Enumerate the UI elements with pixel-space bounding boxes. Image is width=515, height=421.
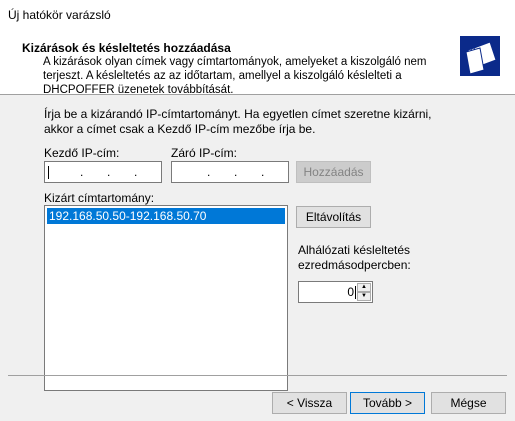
- back-button[interactable]: < Vissza: [272, 392, 347, 414]
- wizard-pages-icon: [460, 36, 500, 76]
- page-description: A kizárások olyan címek vagy címtartomán…: [43, 56, 427, 96]
- next-button[interactable]: Tovább >: [350, 392, 425, 414]
- page-heading: Kizárások és késleltetés hozzáadása: [22, 41, 231, 55]
- text-caret: [48, 166, 49, 179]
- list-item[interactable]: 192.168.50.50-192.168.50.70: [47, 208, 285, 224]
- wizard-header: Kizárások és késleltetés hozzáadása A ki…: [0, 30, 515, 96]
- octet-separator: .: [261, 165, 265, 179]
- spinner-up-icon[interactable]: ▲: [357, 283, 371, 292]
- end-ip-label: Záró IP-cím:: [171, 146, 238, 160]
- cancel-button[interactable]: Mégse: [431, 392, 506, 414]
- window-title: Új hatókör varázsló: [8, 8, 111, 22]
- octet-separator: .: [207, 165, 211, 179]
- spinner-arrows[interactable]: ▲ ▼: [357, 283, 371, 301]
- add-button[interactable]: Hozzáadás: [296, 161, 371, 183]
- subnet-delay-label: Alhálózati késleltetés ezredmásodpercben…: [298, 243, 411, 273]
- subnet-delay-label-line2: ezredmásodpercben:: [298, 258, 411, 272]
- subnet-delay-label-line1: Alhálózati késleltetés: [298, 243, 411, 257]
- excluded-range-label: Kizárt címtartomány:: [44, 191, 155, 205]
- start-ip-label: Kezdő IP-cím:: [44, 146, 120, 160]
- octet-separator: .: [80, 165, 84, 179]
- spinner-down-icon[interactable]: ▼: [357, 292, 371, 301]
- footer-separator: [8, 375, 507, 376]
- octet-separator: .: [234, 165, 238, 179]
- remove-button[interactable]: Eltávolítás: [296, 206, 371, 228]
- excluded-range-list[interactable]: 192.168.50.50-192.168.50.70: [44, 205, 288, 391]
- subnet-delay-spinner[interactable]: 0 ▲ ▼: [298, 281, 373, 303]
- text-caret: [355, 286, 356, 299]
- octet-separator: .: [107, 165, 111, 179]
- subnet-delay-value[interactable]: 0: [347, 285, 354, 299]
- start-ip-field[interactable]: . . .: [44, 161, 162, 183]
- end-ip-field[interactable]: . . .: [171, 161, 289, 183]
- instructions-text: Írja be a kizárandó IP-címtartományt. Ha…: [44, 107, 432, 136]
- title-bar: Új hatókör varázsló: [0, 0, 515, 30]
- octet-separator: .: [134, 165, 138, 179]
